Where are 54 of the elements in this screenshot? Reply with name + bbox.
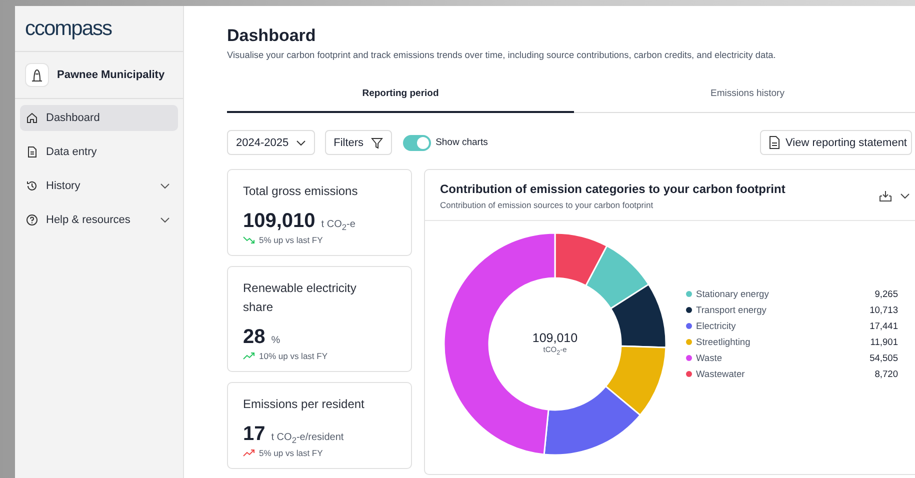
page-title: Dashboard [227,26,317,46]
legend-label: Wastewater [696,369,746,379]
chart-title: Contribution of emission categories to your carbon footprint [440,182,786,196]
nav-item[interactable]: Dashboard [20,105,178,131]
page-description: Visualise your carbon footprint and track emissions trends over time, including source contributions, carbon credits, and electricity data. [227,50,777,60]
chevron-down-icon [160,183,170,189]
chevron-down-icon [296,140,306,146]
legend-value: 54,505 [870,353,898,363]
view-statement-button[interactable]: View reporting statement [760,130,912,155]
metric-change: 10% up vs last FY [259,351,328,361]
tab[interactable]: Emissions history [574,88,915,112]
avatar-icon [25,63,49,87]
period-dropdown[interactable]: 2024-2025 [227,130,315,155]
nav-item[interactable]: Help & resources [20,207,178,233]
legend-label: Waste [696,353,724,363]
chevron-down-icon[interactable] [900,193,910,199]
legend-value: 17,441 [870,321,898,331]
chevron-down-icon [160,217,170,223]
metric-title: Renewable electricity share [243,280,358,316]
metric-unit: t CO$_{2}$-e [321,219,356,232]
toggle-label: Show charts [436,137,488,148]
legend-label: Transport energy [696,305,768,315]
document-icon [768,136,780,149]
organisation-name: Pawnee Municipality [57,69,165,81]
legend-label: Electricity [696,321,737,331]
metric-unit: t CO$_{2}$-e/resident [271,432,344,445]
logo: ccompass [15,6,183,52]
legend-value: 11,901 [870,337,898,347]
download-icon[interactable] [879,190,892,202]
metric-title: Emissions per resident [243,396,366,413]
chart-subtitle: Contribution of emission sources to your carbon footprint [440,200,654,210]
filters-button[interactable]: Filters [324,130,392,155]
metric-change: 5% up vs last FY [259,235,323,245]
metric-change: 5% up vs last FY [259,448,323,458]
metric-title: Total gross emissions [243,183,359,200]
legend-label: Streetlighting [696,337,752,347]
legend-value: 9,265 [874,289,898,299]
toggle-switch[interactable] [402,134,431,150]
help-icon [26,214,38,226]
legend-value: 8,720 [874,369,898,379]
home-icon [26,112,38,124]
document-icon [26,146,38,158]
donut-total: 109,010 [532,331,578,346]
tab[interactable]: Reporting period [227,88,574,113]
metric-unit: % [271,335,280,346]
legend-label: Stationary energy [696,289,770,299]
nav-item[interactable]: History [20,173,178,199]
metric-value: 28 [243,326,266,349]
filter-icon [370,136,383,148]
history-icon [26,180,38,192]
legend-value: 10,713 [870,305,898,315]
nav-item[interactable]: Data entry [20,139,178,165]
metric-value: 109,010 [243,210,316,233]
metric-value: 17 [243,423,266,446]
